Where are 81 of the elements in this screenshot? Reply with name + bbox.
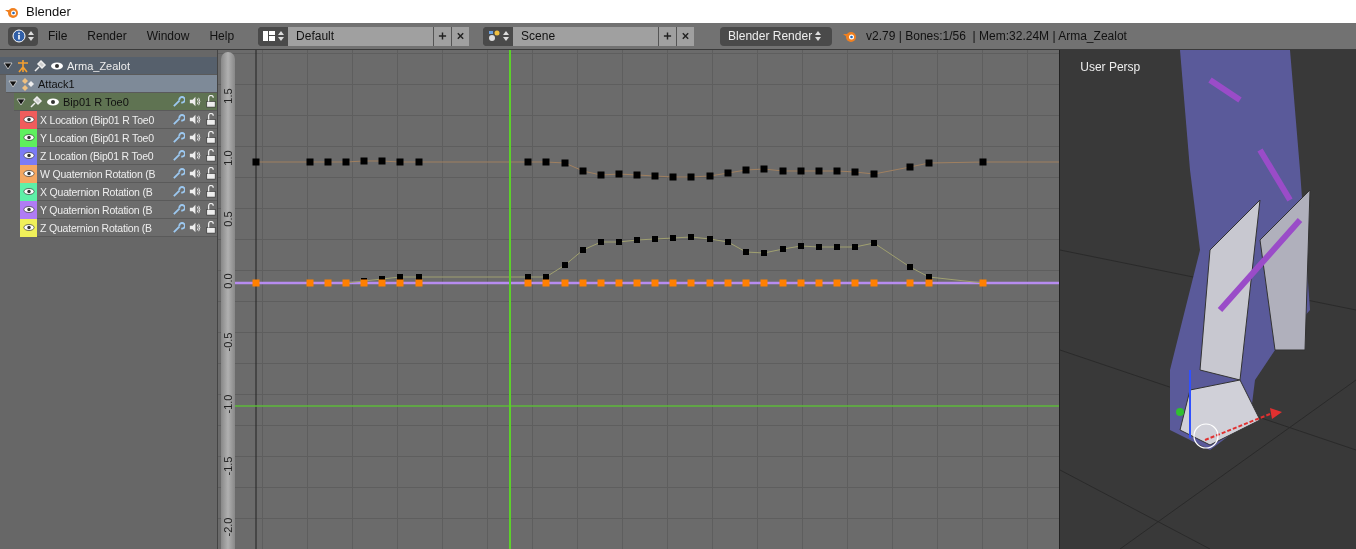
channel-name: Y Quaternion Rotation (B bbox=[40, 203, 154, 216]
up-down-arrows-icon bbox=[278, 31, 285, 41]
speaker-icon[interactable] bbox=[187, 167, 201, 180]
up-down-arrows-icon bbox=[28, 31, 34, 41]
up-down-arrows-icon bbox=[815, 31, 822, 41]
channel-row[interactable]: Arma_Zealot bbox=[0, 57, 217, 75]
wrench-icon[interactable] bbox=[171, 95, 185, 108]
info-icon bbox=[12, 29, 26, 43]
channel-row[interactable]: W Quaternion Rotation (B bbox=[20, 165, 217, 183]
y-axis-label: 1.5 bbox=[221, 87, 234, 106]
add-icon[interactable] bbox=[433, 26, 452, 46]
wrench-icon[interactable] bbox=[171, 131, 185, 144]
channel-row[interactable]: X Quaternion Rotation (B bbox=[20, 183, 217, 201]
scene-field[interactable]: Scene bbox=[513, 26, 659, 46]
channel-row[interactable]: X Location (Bip01 R Toe0 bbox=[20, 111, 217, 129]
y-axis-label: 0.0 bbox=[221, 272, 234, 291]
pin-icon[interactable] bbox=[29, 94, 43, 109]
channel-row[interactable]: Z Quaternion Rotation (B bbox=[20, 219, 217, 237]
channel-name: Bip01 R Toe0 bbox=[63, 95, 130, 108]
unlocked-padlock-icon[interactable] bbox=[203, 167, 217, 180]
editor-type-button[interactable] bbox=[8, 26, 38, 46]
channel-name: Attack1 bbox=[38, 77, 76, 90]
speaker-icon[interactable] bbox=[187, 221, 201, 234]
menu-item[interactable]: File bbox=[38, 29, 78, 43]
speaker-icon[interactable] bbox=[187, 131, 201, 144]
y-axis-label: -0.5 bbox=[221, 331, 234, 354]
unlocked-padlock-icon[interactable] bbox=[203, 149, 217, 162]
wrench-icon[interactable] bbox=[171, 185, 185, 198]
scene-stats: v2.79 | Bones:1/56 | Mem:32.24M | Arma_Zealot bbox=[866, 29, 1127, 43]
channel-name: Z Quaternion Rotation (B bbox=[40, 221, 153, 234]
layout-icon bbox=[262, 29, 277, 43]
menu-item[interactable]: Window bbox=[136, 29, 200, 43]
unlocked-padlock-icon[interactable] bbox=[203, 185, 217, 198]
wrench-icon[interactable] bbox=[171, 113, 185, 126]
wrench-icon[interactable] bbox=[171, 167, 185, 180]
unlocked-padlock-icon[interactable] bbox=[203, 221, 217, 234]
y-axis-label: -1.0 bbox=[221, 393, 234, 415]
close-icon[interactable] bbox=[676, 26, 695, 46]
keyframes-icon bbox=[21, 76, 35, 91]
wrench-icon[interactable] bbox=[171, 221, 185, 234]
expand-icon[interactable] bbox=[16, 96, 26, 107]
channel-row[interactable]: Y Location (Bip01 R Toe0 bbox=[20, 129, 217, 147]
channel-name: Z Location (Bip01 R Toe0 bbox=[40, 149, 155, 162]
speaker-icon[interactable] bbox=[187, 149, 201, 162]
channel-row[interactable]: Bip01 R Toe0 bbox=[14, 93, 217, 111]
y-axis-label: -1.5 bbox=[221, 455, 234, 477]
unlocked-padlock-icon[interactable] bbox=[203, 113, 217, 126]
channel-name: W Quaternion Rotation (B bbox=[40, 167, 157, 180]
unlocked-padlock-icon[interactable] bbox=[203, 203, 217, 216]
wrench-icon[interactable] bbox=[171, 203, 185, 216]
add-icon[interactable] bbox=[658, 26, 677, 46]
y-axis-label: -2.0 bbox=[221, 516, 234, 539]
armature-icon bbox=[16, 58, 30, 73]
y-axis-label: 1.0 bbox=[221, 148, 234, 168]
unlocked-padlock-icon[interactable] bbox=[203, 131, 217, 144]
y-axis-label: 0.5 bbox=[221, 210, 234, 229]
menu-item[interactable]: Help bbox=[199, 29, 245, 43]
render-engine-dropdown[interactable]: Blender Render bbox=[720, 26, 833, 46]
channel-name: X Quaternion Rotation (B bbox=[40, 185, 154, 198]
window-title: Blender bbox=[26, 4, 71, 19]
unlocked-padlock-icon[interactable] bbox=[203, 95, 217, 108]
pin-icon[interactable] bbox=[33, 58, 47, 73]
channel-row[interactable]: Y Quaternion Rotation (B bbox=[20, 201, 217, 219]
speaker-icon[interactable] bbox=[187, 203, 201, 216]
channel-name: Arma_Zealot bbox=[67, 59, 131, 72]
close-icon[interactable] bbox=[451, 26, 470, 46]
channel-name: Y Location (Bip01 R Toe0 bbox=[40, 131, 155, 144]
expand-icon[interactable] bbox=[8, 78, 18, 89]
channel-name: X Location (Bip01 R Toe0 bbox=[40, 113, 156, 126]
menu-item[interactable]: Render bbox=[77, 29, 137, 43]
wrench-icon[interactable] bbox=[171, 149, 185, 162]
expand-icon[interactable] bbox=[3, 60, 13, 71]
screen-layout-field[interactable]: Default bbox=[288, 26, 434, 46]
viewport-label: User Persp bbox=[1080, 60, 1141, 74]
up-down-arrows-icon bbox=[503, 31, 510, 41]
channel-row[interactable]: Attack1 bbox=[6, 75, 217, 93]
scene-icon bbox=[487, 29, 502, 43]
speaker-icon[interactable] bbox=[187, 185, 201, 198]
speaker-icon[interactable] bbox=[187, 95, 201, 108]
channel-row[interactable]: Z Location (Bip01 R Toe0 bbox=[20, 147, 217, 165]
speaker-icon[interactable] bbox=[187, 113, 201, 126]
